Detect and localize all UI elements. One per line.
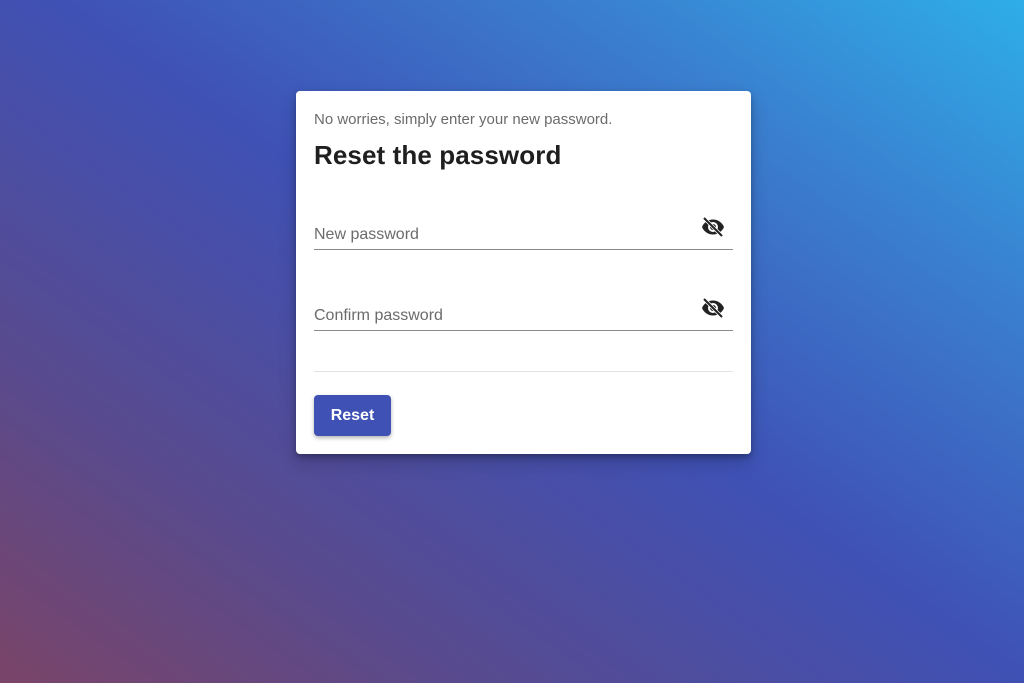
eye-off-icon[interactable] (701, 215, 725, 239)
eye-off-icon[interactable] (701, 296, 725, 320)
reset-button[interactable]: Reset (314, 395, 391, 436)
page-title: Reset the password (314, 140, 562, 170)
new-password-input[interactable] (314, 226, 694, 244)
divider (314, 371, 733, 372)
reset-password-card: No worries, simply enter your new passwo… (296, 91, 751, 454)
form-subtitle: No worries, simply enter your new passwo… (314, 111, 613, 128)
new-password-field (314, 213, 733, 250)
confirm-password-field (314, 294, 733, 331)
confirm-password-input[interactable] (314, 307, 694, 325)
